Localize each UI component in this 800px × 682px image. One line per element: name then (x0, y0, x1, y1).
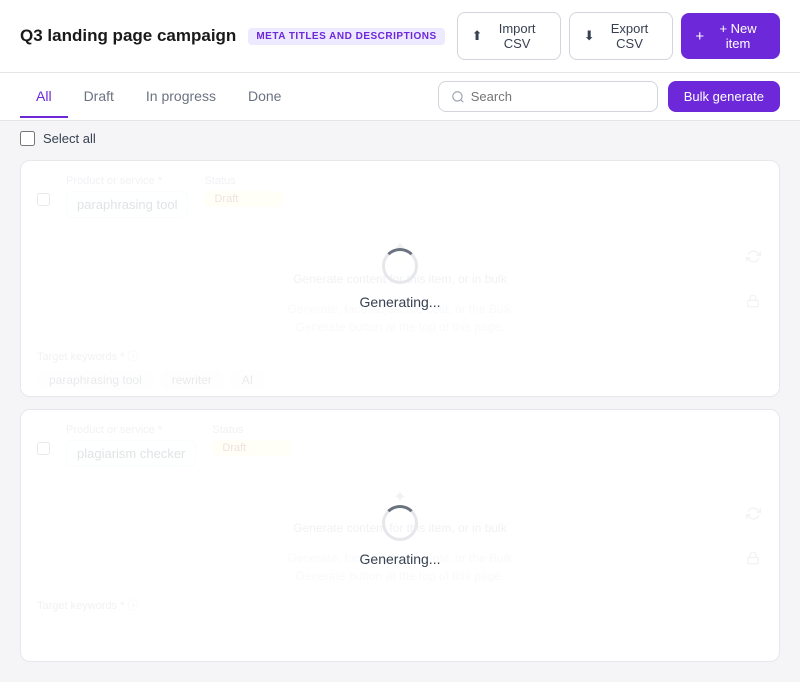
tab-done[interactable]: Done (232, 76, 297, 118)
new-item-button[interactable]: + + New item (681, 13, 780, 59)
generating-text-2: Generating... (360, 551, 441, 567)
export-csv-button[interactable]: ⬇ Export CSV (569, 12, 674, 60)
search-area: Bulk generate (438, 73, 780, 120)
tab-all[interactable]: All (20, 76, 68, 118)
generating-overlay-1: Generating... (21, 161, 779, 396)
search-input[interactable] (471, 89, 645, 104)
content: Generating... Product or service * parap… (0, 156, 800, 682)
spinner-2 (382, 505, 418, 541)
new-item-label: + New item (710, 21, 766, 51)
card-1: Generating... Product or service * parap… (20, 160, 780, 397)
header-actions: ⬆ Import CSV ⬇ Export CSV + + New item (457, 12, 780, 60)
generating-overlay-2: Generating... (21, 410, 779, 661)
upload-icon: ⬆ (472, 28, 483, 44)
search-icon (451, 90, 465, 104)
select-bar: Select all (0, 121, 800, 156)
search-box (438, 81, 658, 112)
select-all-checkbox[interactable] (20, 131, 35, 146)
toolbar: All Draft In progress Done Bulk generate (0, 73, 800, 121)
tabs: All Draft In progress Done (20, 76, 297, 117)
bulk-generate-button[interactable]: Bulk generate (668, 81, 780, 112)
card-2: Generating... Product or service * plagi… (20, 409, 780, 662)
spinner-1 (382, 248, 418, 284)
export-label: Export CSV (601, 21, 659, 51)
tab-in-progress[interactable]: In progress (130, 76, 232, 118)
generating-text-1: Generating... (360, 294, 441, 310)
tab-draft[interactable]: Draft (68, 76, 130, 118)
select-all-label[interactable]: Select all (43, 131, 96, 146)
page-title: Q3 landing page campaign (20, 26, 236, 46)
plus-icon: + (695, 28, 704, 45)
import-csv-button[interactable]: ⬆ Import CSV (457, 12, 561, 60)
import-label: Import CSV (489, 21, 546, 51)
meta-badge: META TITLES AND DESCRIPTIONS (248, 28, 444, 45)
download-icon: ⬇ (584, 28, 595, 44)
header: Q3 landing page campaign META TITLES AND… (0, 0, 800, 73)
